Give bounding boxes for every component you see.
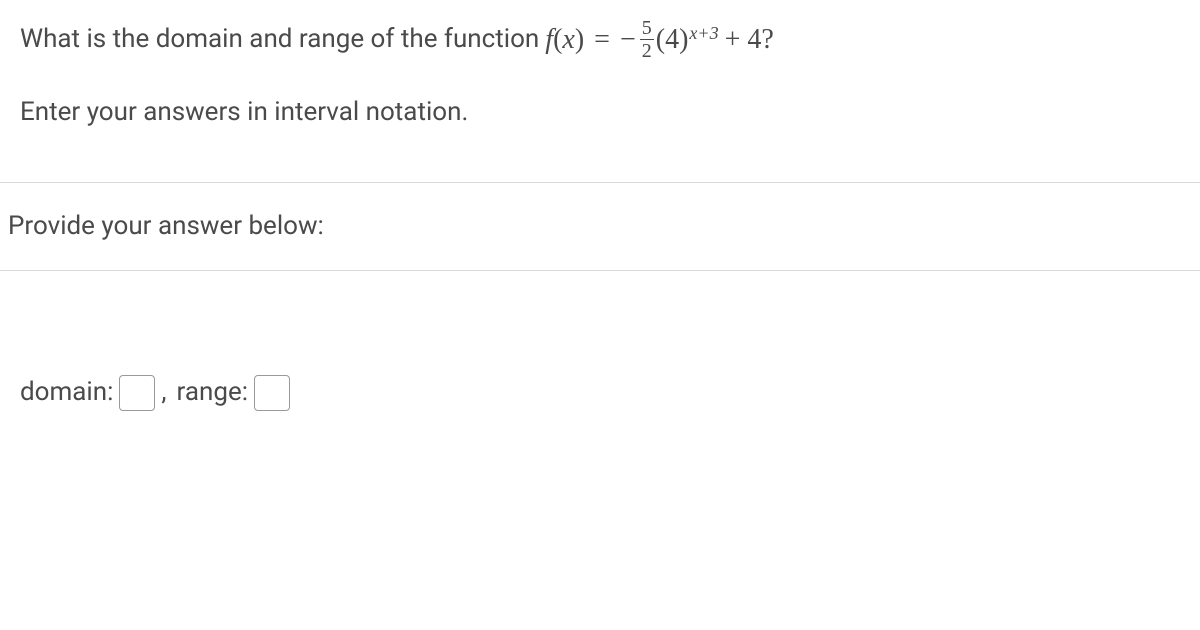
- minus-sign: −: [620, 19, 636, 61]
- fraction-denominator: 2: [640, 40, 654, 61]
- exponent: x+3: [689, 20, 718, 47]
- separator-comma: ,: [161, 373, 166, 412]
- equals-sign: =: [594, 19, 610, 61]
- paren-close: ): [575, 19, 584, 61]
- function-name: f: [545, 19, 553, 61]
- answer-row: domain: , range:: [20, 373, 1180, 412]
- domain-input[interactable]: [119, 375, 155, 411]
- paren-open: (: [553, 19, 562, 61]
- question-prefix: What is the domain and range of the func…: [20, 20, 539, 59]
- answer-section: domain: , range:: [0, 271, 1200, 432]
- math-tail: + 4?: [725, 19, 774, 61]
- instruction-text: Enter your answers in interval notation.: [20, 93, 1180, 132]
- fraction-numerator: 5: [640, 18, 654, 40]
- base-value: 4: [665, 19, 679, 61]
- exponent-plus: +3: [697, 23, 718, 43]
- range-input[interactable]: [254, 375, 290, 411]
- fraction: 5 2: [640, 18, 654, 61]
- range-label: range:: [177, 373, 249, 412]
- answer-prompt: Provide your answer below:: [8, 207, 1192, 246]
- question-text: What is the domain and range of the func…: [20, 18, 1180, 61]
- prompt-section: Provide your answer below:: [0, 183, 1200, 270]
- question-section: What is the domain and range of the func…: [0, 0, 1200, 182]
- math-expression: f(x) = − 5 2 (4)x+3 + 4?: [545, 18, 774, 61]
- domain-label: domain:: [20, 373, 113, 412]
- function-var: x: [562, 19, 574, 61]
- base-paren-close: ): [679, 19, 688, 61]
- base-paren-open: (: [656, 19, 665, 61]
